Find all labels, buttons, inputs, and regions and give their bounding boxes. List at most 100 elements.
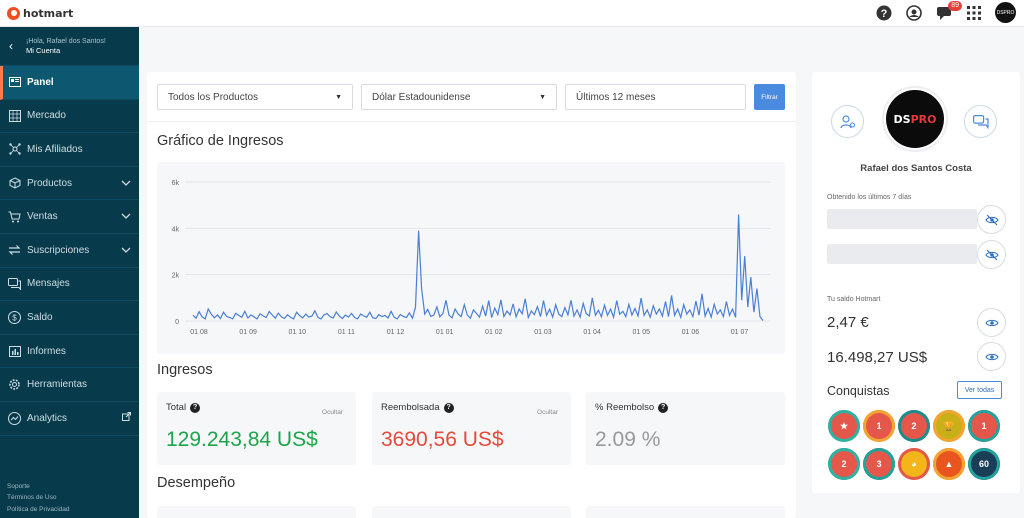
sidebar-item-label: Productos bbox=[27, 177, 73, 189]
period-input[interactable]: Últimos 12 meses bbox=[565, 84, 746, 110]
apps-grid-icon[interactable] bbox=[965, 4, 983, 22]
hidden-value-bar bbox=[827, 209, 977, 229]
analytics-icon bbox=[8, 411, 21, 425]
reports-icon bbox=[8, 345, 21, 358]
achievement-badge[interactable]: 🏆 bbox=[933, 410, 965, 442]
user-avatar[interactable]: DSPRO bbox=[995, 2, 1016, 23]
community-icon[interactable] bbox=[905, 4, 923, 22]
x-tick-label: 01 03 bbox=[534, 329, 552, 336]
sidebar-item-sales[interactable]: Ventas bbox=[0, 200, 139, 234]
sidebar-item-label: Herramientas bbox=[27, 379, 88, 391]
market-icon bbox=[8, 109, 21, 122]
sidebar-item-analytics[interactable]: Analytics bbox=[0, 402, 139, 436]
caret-down-icon: ▼ bbox=[335, 93, 342, 101]
show-balance-button[interactable] bbox=[977, 342, 1006, 371]
caret-down-icon: ▼ bbox=[539, 93, 546, 101]
sidebar-item-label: Mis Afiliados bbox=[27, 143, 83, 155]
chat-button[interactable] bbox=[964, 105, 997, 138]
my-account-link[interactable]: Mi Cuenta bbox=[26, 46, 106, 55]
sidebar-item-affiliates[interactable]: Mis Afiliados bbox=[0, 133, 139, 167]
sidebar-item-reports[interactable]: Informes bbox=[0, 335, 139, 369]
achievement-badge[interactable]: 1 bbox=[863, 410, 895, 442]
account-header[interactable]: ‹ ¡Hola, Rafael dos Santos! Mi Cuenta bbox=[0, 27, 139, 66]
profile-card: DS PRO Rafael dos Santos Costa Obtenido l… bbox=[812, 72, 1020, 493]
show-value-button[interactable] bbox=[977, 240, 1006, 269]
privacy-link[interactable]: Política de Privacidad bbox=[7, 504, 70, 516]
hide-toggle[interactable]: Ocultar bbox=[322, 409, 343, 416]
x-tick-label: 01 07 bbox=[731, 329, 749, 336]
sidebar-item-products[interactable]: Productos bbox=[0, 167, 139, 201]
panel-icon bbox=[8, 76, 21, 89]
eye-icon bbox=[984, 353, 999, 360]
eye-off-icon bbox=[984, 214, 999, 225]
logo-text: hotmart bbox=[23, 6, 74, 20]
stat-label: Reembolsada bbox=[381, 402, 440, 413]
balance-usd: 16.498,27 US$ bbox=[827, 349, 928, 366]
achievement-badge[interactable]: ▲ bbox=[933, 448, 965, 480]
sidebar-footer: Soporte Términos de Uso Política de Priv… bbox=[7, 481, 70, 516]
user-settings-button[interactable] bbox=[831, 105, 864, 138]
sidebar-item-messages[interactable]: Mensajes bbox=[0, 268, 139, 302]
sidebar-item-subscriptions[interactable]: Suscripciones bbox=[0, 234, 139, 268]
stat-value: 3690,56 US$ bbox=[381, 428, 504, 451]
achievement-badge[interactable]: 1 bbox=[968, 410, 1000, 442]
terms-link[interactable]: Términos de Uso bbox=[7, 492, 70, 504]
performance-card bbox=[372, 506, 571, 518]
sidebar-item-tools[interactable]: Herramientas bbox=[0, 368, 139, 402]
achievement-badge[interactable]: 2 bbox=[898, 410, 930, 442]
notifications-icon[interactable]: 89 bbox=[935, 0, 962, 22]
y-tick-label: 0 bbox=[175, 319, 179, 326]
help-icon[interactable]: ? bbox=[875, 4, 893, 22]
chart-title: Gráfico de Ingresos bbox=[157, 133, 284, 149]
x-tick-label: 01 09 bbox=[239, 329, 257, 336]
svg-text:$: $ bbox=[12, 313, 17, 322]
products-select-value: Todos los Productos bbox=[168, 91, 259, 103]
sidebar-item-label: Informes bbox=[27, 345, 66, 357]
stat-label: Total bbox=[166, 402, 187, 413]
chevron-down-icon bbox=[121, 178, 131, 189]
support-link[interactable]: Soporte bbox=[7, 481, 70, 493]
profile-avatar[interactable]: DS PRO bbox=[882, 86, 948, 152]
sidebar-item-panel[interactable]: Panel bbox=[0, 66, 139, 100]
show-balance-button[interactable] bbox=[977, 308, 1006, 337]
achievement-badge[interactable]: 2 bbox=[828, 448, 860, 480]
chevron-down-icon bbox=[121, 245, 131, 256]
stat-value: 2.09 % bbox=[595, 428, 661, 451]
products-select[interactable]: Todos los Productos ▼ bbox=[157, 84, 353, 110]
sidebar-item-balance[interactable]: $ Saldo bbox=[0, 301, 139, 335]
greeting: ¡Hola, Rafael dos Santos! bbox=[26, 37, 106, 45]
help-icon[interactable]: ? bbox=[658, 402, 669, 413]
currency-select[interactable]: Dólar Estadounidense ▼ bbox=[361, 84, 557, 110]
performance-card bbox=[586, 506, 785, 518]
svg-text:?: ? bbox=[881, 8, 888, 20]
x-tick-label: 01 08 bbox=[190, 329, 208, 336]
help-icon[interactable]: ? bbox=[443, 402, 454, 413]
achievements-title: Conquistas bbox=[827, 384, 890, 398]
see-all-button[interactable]: Ver todas bbox=[957, 381, 1002, 399]
hide-toggle[interactable]: Ocultar bbox=[537, 409, 558, 416]
achievement-badge[interactable]: 3 bbox=[863, 448, 895, 480]
cart-icon bbox=[8, 210, 21, 223]
revenue-series-line bbox=[192, 214, 764, 321]
chevron-left-icon: ‹ bbox=[9, 39, 13, 53]
filter-button[interactable]: Filtrar bbox=[754, 84, 785, 110]
achievement-badge[interactable]: 60 bbox=[968, 448, 1000, 480]
period-label: Obtenido los últimos 7 días bbox=[827, 194, 912, 201]
performance-card bbox=[157, 506, 356, 518]
revenue-chart-svg: 0 2k 4k 6k 01 08 01 09 01 10 01 11 01 12 01 01 01 … bbox=[172, 180, 771, 336]
stat-refund-rate: % Reembolso? 2.09 % bbox=[586, 392, 785, 465]
sidebar-item-label: Suscripciones bbox=[27, 244, 90, 256]
x-tick-label: 01 05 bbox=[632, 329, 650, 336]
hotmart-logo[interactable]: hotmart bbox=[7, 6, 74, 20]
dollar-icon: $ bbox=[8, 310, 21, 324]
help-icon[interactable]: ? bbox=[190, 402, 201, 413]
show-value-button[interactable] bbox=[977, 205, 1006, 234]
stat-label: % Reembolso bbox=[595, 402, 655, 413]
achievement-badge[interactable]: ★ bbox=[828, 410, 860, 442]
sidebar-item-market[interactable]: Mercado bbox=[0, 100, 139, 134]
achievement-badge[interactable]: ◕ bbox=[898, 448, 930, 480]
divider bbox=[147, 121, 796, 122]
x-tick-label: 01 10 bbox=[289, 329, 307, 336]
profile-avatar-text: DS PRO bbox=[886, 90, 944, 148]
eye-icon bbox=[984, 319, 999, 326]
